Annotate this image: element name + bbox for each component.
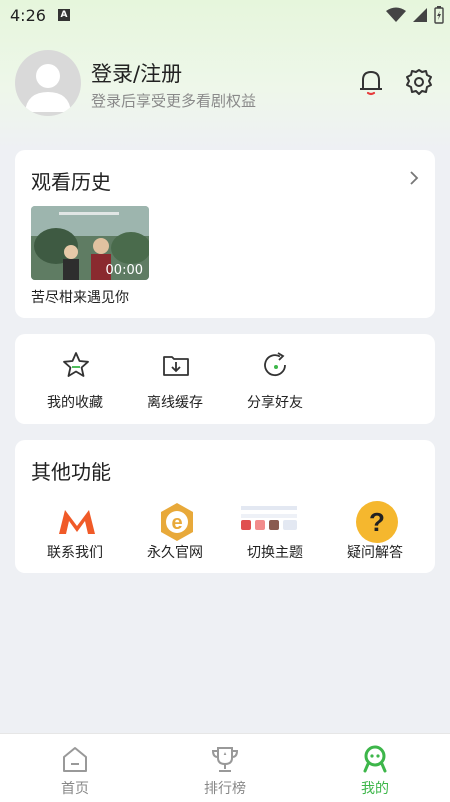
signal-icon bbox=[413, 8, 427, 22]
contact-us-label: 联系我们 bbox=[47, 545, 103, 561]
avatar[interactable] bbox=[15, 50, 81, 116]
default-avatar-icon bbox=[25, 64, 71, 112]
other-functions-title: 其他功能 bbox=[31, 460, 111, 484]
home-icon bbox=[63, 747, 87, 772]
bottom-tab-bar: 首页 排行榜 我的 bbox=[0, 733, 450, 802]
watch-history-card: 观看历史 00:00 苦尽柑来遇见你 bbox=[15, 150, 435, 318]
tab-home[interactable]: 首页 bbox=[0, 734, 150, 802]
official-site-label: 永久官网 bbox=[147, 545, 203, 561]
download-folder-icon bbox=[163, 356, 189, 376]
tab-ranking[interactable]: 排行榜 bbox=[150, 734, 300, 802]
profile-header: 登录/注册 登录后享受更多看剧权益 bbox=[15, 48, 435, 118]
battery-icon bbox=[434, 6, 444, 24]
duration-label: 00:00 bbox=[105, 263, 143, 278]
profile-icon bbox=[363, 745, 387, 773]
svg-text:?: ? bbox=[369, 507, 385, 537]
history-thumbnail[interactable]: 00:00 bbox=[31, 206, 149, 280]
status-bar: 4:26 A bbox=[0, 0, 450, 30]
status-time: 4:26 bbox=[10, 6, 46, 25]
offline-cache-button[interactable]: 离线缓存 bbox=[115, 334, 215, 424]
watch-history-title: 观看历史 bbox=[31, 170, 111, 194]
switch-theme-button[interactable]: 切换主题 bbox=[225, 500, 325, 570]
trophy-icon bbox=[211, 747, 239, 772]
official-site-button[interactable]: e 永久官网 bbox=[125, 500, 225, 570]
tab-ranking-label: 排行榜 bbox=[204, 781, 246, 797]
tab-mine-label: 我的 bbox=[361, 781, 389, 797]
faq-label: 疑问解答 bbox=[347, 545, 403, 561]
quick-actions-card: 我的收藏 离线缓存 分享好友 bbox=[15, 334, 435, 424]
login-subtitle: 登录后享受更多看剧权益 bbox=[91, 92, 257, 110]
tab-home-label: 首页 bbox=[61, 781, 89, 797]
ie-logo-icon: e bbox=[161, 503, 193, 541]
notification-a-icon: A bbox=[58, 9, 70, 21]
faq-button[interactable]: ? 疑问解答 bbox=[325, 500, 425, 570]
svg-text:e: e bbox=[171, 512, 182, 534]
star-icon bbox=[63, 352, 89, 377]
login-register-link[interactable]: 登录/注册 bbox=[91, 58, 182, 88]
share-button[interactable]: 分享好友 bbox=[215, 334, 315, 424]
switch-theme-label: 切换主题 bbox=[247, 545, 303, 561]
wifi-icon bbox=[386, 7, 406, 22]
history-item-title[interactable]: 苦尽柑来遇见你 bbox=[31, 287, 129, 307]
favorites-button[interactable]: 我的收藏 bbox=[15, 334, 115, 424]
share-icon bbox=[264, 352, 286, 377]
question-icon: ? bbox=[356, 501, 398, 543]
bell-icon[interactable] bbox=[355, 66, 387, 98]
other-functions-card: 其他功能 联系我们 e 永久官网 切换主题 ? 疑问解答 bbox=[15, 440, 435, 573]
gear-icon[interactable] bbox=[403, 66, 435, 98]
system-icons bbox=[386, 6, 444, 24]
tab-mine[interactable]: 我的 bbox=[300, 734, 450, 802]
contact-us-button[interactable]: 联系我们 bbox=[25, 500, 125, 570]
theme-palette-icon bbox=[241, 506, 297, 530]
share-label: 分享好友 bbox=[247, 395, 303, 411]
m-logo-icon bbox=[59, 510, 95, 534]
chevron-right-icon[interactable] bbox=[407, 168, 421, 188]
